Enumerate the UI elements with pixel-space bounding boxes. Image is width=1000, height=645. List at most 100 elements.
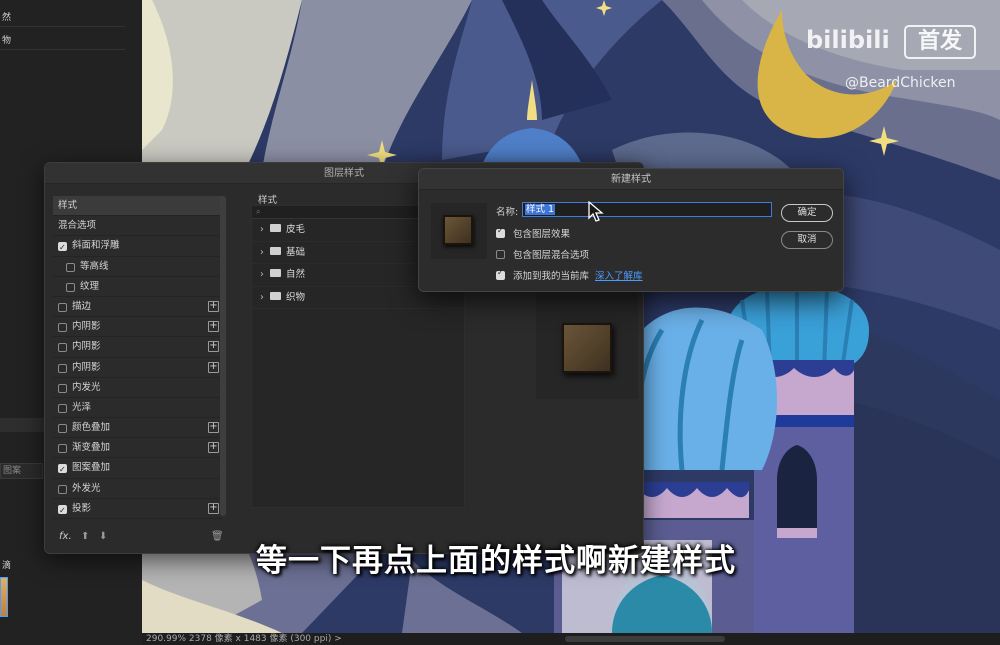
effect-item[interactable]: 外发光 bbox=[53, 479, 223, 499]
option-label: 包含图层效果 bbox=[513, 229, 571, 240]
option-label: 包含图层混合选项 bbox=[513, 250, 590, 261]
effect-label: 颜色叠加 bbox=[72, 422, 111, 434]
include-layer-effects-option[interactable]: 包含图层效果 bbox=[496, 226, 570, 240]
effects-list: 样式混合选项斜面和浮雕等高线纹理 + 描边 + 内阴影 + 内阴影 + 内阴影内发光光泽 + 颜色叠… bbox=[53, 196, 223, 521]
folder-icon bbox=[270, 246, 281, 255]
checkbox[interactable] bbox=[58, 302, 67, 312]
effect-item[interactable]: + 渐变叠加 bbox=[53, 438, 223, 459]
add-effect-icon[interactable]: + bbox=[208, 442, 219, 454]
include-blending-option[interactable]: 包含图层混合选项 bbox=[496, 247, 589, 261]
add-effect-icon[interactable]: + bbox=[208, 321, 219, 333]
checkbox[interactable] bbox=[58, 484, 67, 494]
mouse-cursor-icon bbox=[588, 201, 604, 222]
add-effect-icon[interactable]: + bbox=[208, 300, 219, 312]
effect-label: 光泽 bbox=[72, 401, 92, 413]
effect-item[interactable]: 纹理 bbox=[53, 277, 223, 297]
effect-item[interactable]: 样式 bbox=[53, 196, 223, 217]
checkbox[interactable] bbox=[58, 424, 67, 434]
scrollbar[interactable] bbox=[220, 196, 226, 516]
checkbox[interactable] bbox=[58, 323, 67, 333]
effect-item[interactable]: 光泽 bbox=[53, 398, 223, 419]
ok-button[interactable]: 确定 bbox=[781, 204, 833, 222]
layer-thumbnail[interactable] bbox=[0, 577, 8, 617]
effect-item[interactable]: + 内阴影 bbox=[53, 317, 223, 338]
divider bbox=[0, 49, 125, 50]
checkbox[interactable] bbox=[66, 282, 75, 292]
folder-icon bbox=[270, 224, 281, 232]
add-effect-icon[interactable]: + bbox=[208, 361, 219, 373]
panel-row[interactable]: 物 bbox=[0, 33, 142, 46]
checkbox[interactable] bbox=[58, 238, 67, 258]
chevron-right-icon[interactable]: › bbox=[260, 287, 270, 309]
chevron-right-icon[interactable]: › bbox=[260, 264, 270, 286]
horizontal-scrollbar[interactable] bbox=[565, 636, 725, 642]
cancel-button[interactable]: 取消 bbox=[781, 231, 833, 249]
folder-label: 织物 bbox=[286, 291, 306, 303]
style-thumbnail bbox=[431, 203, 487, 259]
panel-label: 滴 bbox=[2, 561, 12, 571]
folder-icon bbox=[270, 269, 281, 277]
style-preview bbox=[536, 293, 638, 399]
learn-more-link[interactable]: 深入了解库 bbox=[595, 271, 643, 282]
effect-item[interactable]: + 内阴影 bbox=[53, 358, 223, 378]
effect-item[interactable]: 混合选项 bbox=[53, 216, 223, 237]
chevron-right-icon[interactable]: › bbox=[260, 219, 270, 241]
effect-label: 纹理 bbox=[80, 280, 100, 292]
effect-label: 内阴影 bbox=[72, 341, 101, 353]
effect-item[interactable]: + 内阴影 bbox=[53, 337, 223, 358]
premiere-badge: 首发 bbox=[904, 25, 976, 59]
new-style-dialog: 新建样式 名称: 样式 1 包含图层效果 包含图层混合选项 添加到我的当前库深入… bbox=[418, 168, 844, 292]
folder-label: 自然 bbox=[286, 269, 306, 280]
checkbox[interactable] bbox=[496, 226, 505, 238]
checkbox[interactable] bbox=[58, 363, 67, 373]
effect-item[interactable]: 等高线 bbox=[53, 257, 223, 277]
arrow-down-icon[interactable]: ⬇ bbox=[99, 531, 107, 542]
checkbox[interactable] bbox=[58, 444, 67, 454]
effect-label: 渐变叠加 bbox=[72, 442, 111, 454]
checkbox[interactable] bbox=[58, 460, 67, 480]
effect-label: 混合选项 bbox=[58, 220, 97, 232]
effect-item[interactable]: 斜面和浮雕 bbox=[53, 236, 223, 258]
add-effect-icon[interactable]: + bbox=[208, 502, 219, 514]
checkbox[interactable] bbox=[58, 403, 67, 413]
folder-label: 皮毛 bbox=[286, 224, 306, 235]
add-effect-icon[interactable]: + bbox=[208, 341, 219, 353]
add-effect-icon[interactable]: + bbox=[208, 422, 219, 434]
effect-item[interactable]: + 颜色叠加 bbox=[53, 418, 223, 439]
checkbox[interactable] bbox=[496, 268, 505, 280]
effect-item[interactable]: + 描边 bbox=[53, 297, 223, 318]
name-value: 样式 1 bbox=[525, 204, 556, 215]
option-label: 添加到我的当前库 bbox=[513, 271, 590, 282]
effect-label: 等高线 bbox=[80, 260, 109, 272]
effect-label: 内阴影 bbox=[72, 321, 101, 333]
dialog-title: 新建样式 bbox=[419, 169, 843, 190]
uploader-handle: @BeardChicken bbox=[845, 75, 956, 91]
add-to-library-option[interactable]: 添加到我的当前库深入了解库 bbox=[496, 268, 643, 282]
effect-item[interactable]: 图案叠加 bbox=[53, 458, 223, 480]
name-label: 名称: bbox=[496, 207, 519, 218]
checkbox[interactable] bbox=[58, 383, 67, 393]
effect-item[interactable]: 内发光 bbox=[53, 378, 223, 398]
preview-swatch bbox=[562, 323, 612, 373]
effect-label: 内发光 bbox=[72, 381, 101, 393]
styles-section-label: 样式 bbox=[258, 195, 278, 206]
checkbox[interactable] bbox=[58, 501, 67, 521]
panel-row[interactable]: 然 bbox=[0, 10, 142, 23]
checkbox[interactable] bbox=[66, 262, 75, 272]
arrow-up-icon[interactable]: ⬆ bbox=[81, 531, 89, 542]
style-name-input[interactable]: 样式 1 bbox=[522, 202, 772, 217]
effects-footer: fx. ⬆ ⬇ 🗑 bbox=[55, 531, 225, 547]
bilibili-logo: bilibili bbox=[806, 26, 890, 54]
checkbox[interactable] bbox=[58, 343, 67, 353]
chevron-right-icon[interactable]: › bbox=[260, 242, 270, 264]
panel-bar bbox=[0, 418, 44, 432]
fx-menu-button[interactable]: fx. bbox=[59, 531, 72, 542]
effect-label: 投影 bbox=[72, 502, 92, 514]
effect-label: 外发光 bbox=[72, 482, 101, 494]
trash-icon[interactable]: 🗑 bbox=[211, 531, 224, 542]
checkbox[interactable] bbox=[496, 250, 505, 259]
folder-icon bbox=[270, 291, 281, 300]
search-input[interactable]: 图案 bbox=[0, 463, 43, 479]
effect-label: 样式 bbox=[58, 200, 78, 211]
effect-item[interactable]: + 投影 bbox=[53, 499, 223, 521]
